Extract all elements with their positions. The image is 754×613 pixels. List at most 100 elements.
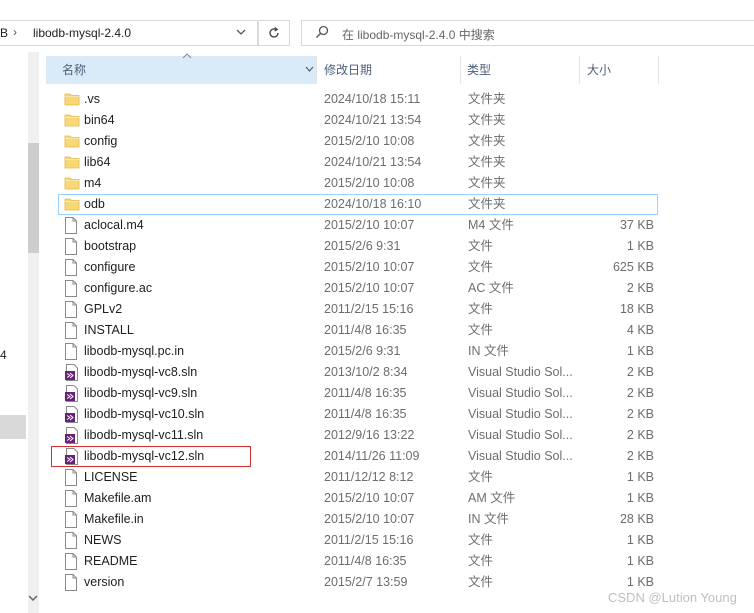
file-type: M4 文件 xyxy=(468,218,514,232)
nav-scrollbar[interactable] xyxy=(28,52,39,613)
file-type: 文件 xyxy=(468,302,494,316)
folder-icon xyxy=(64,112,80,129)
file-icon xyxy=(64,343,80,360)
file-row[interactable]: libodb-mysql.pc.in 2015/2/6 9:31 IN 文件 1 KB xyxy=(46,341,754,362)
file-row[interactable]: libodb-mysql-vc12.sln 2014/11/26 11:09 Vis… xyxy=(46,446,754,467)
file-date: 2015/2/10 10:07 xyxy=(324,260,415,274)
file-row[interactable]: bin64 2024/10/21 13:54 文件夹 xyxy=(46,110,754,131)
file-icon xyxy=(64,511,80,528)
file-size: 625 KB xyxy=(612,260,654,274)
file-row[interactable]: configure 2015/2/10 10:07 文件 625 KB xyxy=(46,257,754,278)
breadcrumb-separator-icon[interactable]: › xyxy=(13,25,17,39)
search-input[interactable]: 在 libodb-mysql-2.4.0 中搜索 xyxy=(342,26,495,43)
vs-sln-icon xyxy=(64,448,80,465)
folder-icon xyxy=(64,91,80,108)
file-type: 文件 xyxy=(468,575,494,589)
file-name: bin64 xyxy=(84,113,115,127)
file-type: 文件 xyxy=(468,323,494,337)
column-header: 名称 修改日期 类型 大小 xyxy=(46,53,754,84)
file-name: lib64 xyxy=(84,155,111,169)
folder-icon xyxy=(64,196,80,213)
file-name: Makefile.am xyxy=(84,491,152,505)
file-date: 2015/2/10 10:08 xyxy=(324,176,415,190)
file-row[interactable]: NEWS 2011/2/15 15:16 文件 1 KB xyxy=(46,530,754,551)
column-name[interactable]: 名称 xyxy=(46,53,316,84)
column-divider[interactable] xyxy=(460,56,461,84)
file-type: Visual Studio Sol... xyxy=(468,449,573,463)
file-date: 2013/10/2 8:34 xyxy=(324,365,408,379)
file-type: 文件夹 xyxy=(468,113,506,127)
file-date: 2024/10/21 13:54 xyxy=(324,113,422,127)
file-name: LICENSE xyxy=(84,470,138,484)
breadcrumb-parent[interactable]: B xyxy=(0,26,8,40)
column-name-label: 名称 xyxy=(62,63,87,77)
file-name: Makefile.in xyxy=(84,512,144,526)
file-row[interactable]: odb 2024/10/18 16:10 文件夹 xyxy=(46,194,754,215)
file-size: 2 KB xyxy=(626,449,654,463)
column-divider[interactable] xyxy=(658,56,659,84)
column-divider[interactable] xyxy=(316,56,317,84)
file-row[interactable]: config 2015/2/10 10:08 文件夹 xyxy=(46,131,754,152)
nav-selected-item[interactable] xyxy=(0,415,26,439)
file-size xyxy=(586,194,654,215)
file-name: libodb-mysql-vc11.sln xyxy=(84,428,204,442)
file-row[interactable]: .vs 2024/10/18 15:11 文件夹 xyxy=(46,89,754,110)
file-type: AM 文件 xyxy=(468,491,516,505)
file-row[interactable]: GPLv2 2011/2/15 15:16 文件 18 KB xyxy=(46,299,754,320)
file-row[interactable]: lib64 2024/10/21 13:54 文件夹 xyxy=(46,152,754,173)
breadcrumb-current[interactable]: libodb-mysql-2.4.0 xyxy=(33,26,131,40)
file-row[interactable]: aclocal.m4 2015/2/10 10:07 M4 文件 37 KB xyxy=(46,215,754,236)
file-name: .vs xyxy=(84,92,100,106)
vs-sln-icon xyxy=(64,406,80,423)
file-size: 2 KB xyxy=(626,386,654,400)
refresh-button[interactable] xyxy=(258,20,290,46)
nav-scrollbar-thumb[interactable] xyxy=(28,143,39,253)
search-box[interactable]: 在 libodb-mysql-2.4.0 中搜索 xyxy=(301,20,754,46)
file-size: 1 KB xyxy=(626,491,654,505)
file-type: IN 文件 xyxy=(468,512,509,526)
file-row[interactable]: Makefile.in 2015/2/10 10:07 IN 文件 28 KB xyxy=(46,509,754,530)
file-type: 文件 xyxy=(468,260,494,274)
column-divider[interactable] xyxy=(579,56,580,84)
file-type: AC 文件 xyxy=(468,281,514,295)
file-name: GPLv2 xyxy=(84,302,123,316)
file-type: Visual Studio Sol... xyxy=(468,407,573,421)
file-type: 文件夹 xyxy=(468,176,506,190)
file-name: libodb-mysql-vc12.sln xyxy=(84,449,205,463)
file-icon xyxy=(64,217,80,234)
file-row[interactable]: libodb-mysql-vc9.sln 2011/4/8 16:35 Visual… xyxy=(46,383,754,404)
file-type: Visual Studio Sol... xyxy=(468,428,573,442)
file-date: 2011/4/8 16:35 xyxy=(324,407,407,421)
file-row[interactable]: README 2011/4/8 16:35 文件 1 KB xyxy=(46,551,754,572)
file-type: 文件夹 xyxy=(468,92,506,106)
file-size: 37 KB xyxy=(619,218,654,232)
file-name: NEWS xyxy=(84,533,122,547)
file-row[interactable]: configure.ac 2015/2/10 10:07 AC 文件 2 KB xyxy=(46,278,754,299)
column-size[interactable]: 大小 xyxy=(587,56,611,84)
file-size: 2 KB xyxy=(626,407,654,421)
scroll-down-arrow-icon[interactable] xyxy=(27,594,39,608)
file-row[interactable]: m4 2015/2/10 10:08 文件夹 xyxy=(46,173,754,194)
file-icon xyxy=(64,238,80,255)
file-type: 文件夹 xyxy=(468,197,506,211)
address-box[interactable]: B › libodb-mysql-2.4.0 xyxy=(0,20,258,46)
column-filter-dropdown-icon[interactable] xyxy=(302,56,316,84)
file-row[interactable]: LICENSE 2011/12/12 8:12 文件 1 KB xyxy=(46,467,754,488)
file-name: README xyxy=(84,554,138,568)
folder-icon xyxy=(64,133,80,150)
nav-item-label: 4 xyxy=(0,348,7,362)
column-type[interactable]: 类型 xyxy=(467,56,491,84)
file-row[interactable]: Makefile.am 2015/2/10 10:07 AM 文件 1 KB xyxy=(46,488,754,509)
file-row[interactable]: libodb-mysql-vc8.sln 2013/10/2 8:34 Visual… xyxy=(46,362,754,383)
file-date: 2011/4/8 16:35 xyxy=(324,386,407,400)
chevron-down-icon[interactable] xyxy=(233,26,249,42)
file-icon xyxy=(64,469,80,486)
column-date[interactable]: 修改日期 xyxy=(324,56,372,84)
file-row[interactable]: libodb-mysql-vc11.sln 2012/9/16 13:22 Visu… xyxy=(46,425,754,446)
file-date: 2012/9/16 13:22 xyxy=(324,428,415,442)
address-bar[interactable]: B › libodb-mysql-2.4.0 xyxy=(0,13,296,51)
file-row[interactable]: bootstrap 2015/2/6 9:31 文件 1 KB xyxy=(46,236,754,257)
file-row[interactable]: libodb-mysql-vc10.sln 2011/4/8 16:35 Visua… xyxy=(46,404,754,425)
file-row[interactable]: INSTALL 2011/4/8 16:35 文件 4 KB xyxy=(46,320,754,341)
file-type: 文件夹 xyxy=(468,155,506,169)
